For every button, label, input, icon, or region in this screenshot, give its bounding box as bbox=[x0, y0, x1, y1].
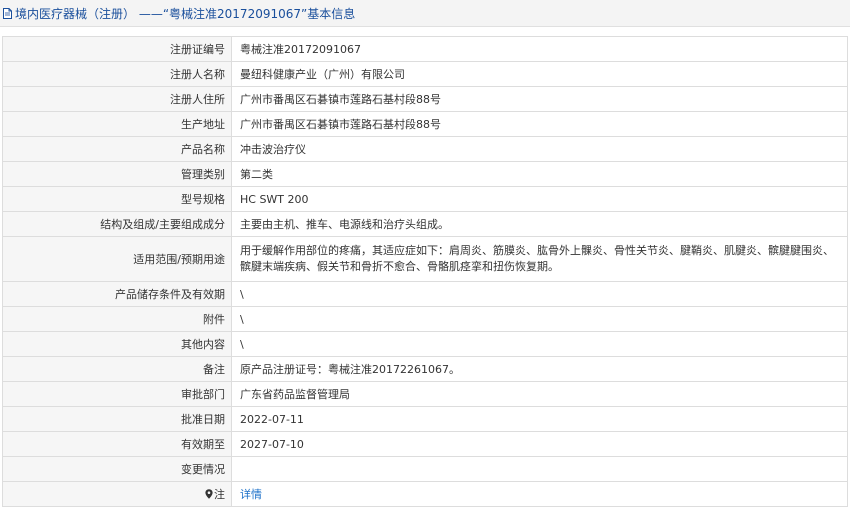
row-label: 变更情况 bbox=[2, 456, 232, 482]
row-label: 适用范围/预期用途 bbox=[2, 236, 232, 282]
table-row: 审批部门 广东省药品监督管理局 bbox=[2, 381, 848, 407]
details-link[interactable]: 详情 bbox=[240, 488, 262, 501]
table-row: 管理类别 第二类 bbox=[2, 161, 848, 187]
info-table-container: 注册证编号 粤械注准20172091067 注册人名称 曼纽科健康产业（广州）有… bbox=[2, 36, 848, 507]
location-pin-icon bbox=[205, 488, 213, 499]
row-value bbox=[231, 456, 848, 482]
row-label: 注册人住所 bbox=[2, 86, 232, 112]
row-value: 2027-07-10 bbox=[231, 431, 848, 457]
info-table: 注册证编号 粤械注准20172091067 注册人名称 曼纽科健康产业（广州）有… bbox=[2, 36, 848, 507]
row-label: 结构及组成/主要组成成分 bbox=[2, 211, 232, 237]
table-row: 注册人住所 广州市番禺区石碁镇市莲路石基村段88号 bbox=[2, 86, 848, 112]
row-value: \ bbox=[231, 281, 848, 307]
table-row: 型号规格 HC SWT 200 bbox=[2, 186, 848, 212]
table-row: 其他内容 \ bbox=[2, 331, 848, 357]
table-row: 注 详情 bbox=[2, 481, 848, 507]
row-label: 其他内容 bbox=[2, 331, 232, 357]
row-value: 用于缓解作用部位的疼痛，其适应症如下：肩周炎、筋膜炎、肱骨外上髁炎、骨性关节炎、… bbox=[231, 236, 848, 282]
row-value: 2022-07-11 bbox=[231, 406, 848, 432]
row-label: 产品储存条件及有效期 bbox=[2, 281, 232, 307]
row-value: 广州市番禺区石碁镇市莲路石基村段88号 bbox=[231, 111, 848, 137]
table-row: 产品名称 冲击波治疗仪 bbox=[2, 136, 848, 162]
row-label: 型号规格 bbox=[2, 186, 232, 212]
row-value: \ bbox=[231, 331, 848, 357]
row-value: 第二类 bbox=[231, 161, 848, 187]
table-row: 批准日期 2022-07-11 bbox=[2, 406, 848, 432]
table-row: 注册证编号 粤械注准20172091067 bbox=[2, 36, 848, 62]
row-value: 粤械注准20172091067 bbox=[231, 36, 848, 62]
row-value: \ bbox=[231, 306, 848, 332]
row-label: 有效期至 bbox=[2, 431, 232, 457]
row-value: HC SWT 200 bbox=[231, 186, 848, 212]
row-label: 管理类别 bbox=[2, 161, 232, 187]
table-row: 结构及组成/主要组成成分 主要由主机、推车、电源线和治疗头组成。 bbox=[2, 211, 848, 237]
row-value: 曼纽科健康产业（广州）有限公司 bbox=[231, 61, 848, 87]
row-value: 冲击波治疗仪 bbox=[231, 136, 848, 162]
table-row: 注册人名称 曼纽科健康产业（广州）有限公司 bbox=[2, 61, 848, 87]
row-label: 附件 bbox=[2, 306, 232, 332]
row-label: 产品名称 bbox=[2, 136, 232, 162]
table-row: 变更情况 bbox=[2, 456, 848, 482]
row-value: 主要由主机、推车、电源线和治疗头组成。 bbox=[231, 211, 848, 237]
row-label: 注册证编号 bbox=[2, 36, 232, 62]
note-label: 注 bbox=[2, 481, 232, 507]
row-value: 原产品注册证号：粤械注准20172261067。 bbox=[231, 356, 848, 382]
row-value: 广州市番禺区石碁镇市莲路石基村段88号 bbox=[231, 86, 848, 112]
note-label-text: 注 bbox=[214, 487, 225, 501]
row-label: 批准日期 bbox=[2, 406, 232, 432]
table-row: 有效期至 2027-07-10 bbox=[2, 431, 848, 457]
table-row: 附件 \ bbox=[2, 306, 848, 332]
table-row: 生产地址 广州市番禺区石碁镇市莲路石基村段88号 bbox=[2, 111, 848, 137]
table-row: 备注 原产品注册证号：粤械注准20172261067。 bbox=[2, 356, 848, 382]
row-label: 注册人名称 bbox=[2, 61, 232, 87]
table-row: 适用范围/预期用途 用于缓解作用部位的疼痛，其适应症如下：肩周炎、筋膜炎、肱骨外… bbox=[2, 236, 848, 282]
row-value: 广东省药品监督管理局 bbox=[231, 381, 848, 407]
row-label: 审批部门 bbox=[2, 381, 232, 407]
document-icon bbox=[3, 7, 12, 19]
table-row: 产品储存条件及有效期 \ bbox=[2, 281, 848, 307]
page-header: 境内医疗器械（注册） ——“粤械注准20172091067”基本信息 bbox=[0, 0, 850, 27]
row-label: 备注 bbox=[2, 356, 232, 382]
page-title: 境内医疗器械（注册） ——“粤械注准20172091067”基本信息 bbox=[15, 6, 356, 21]
row-label: 生产地址 bbox=[2, 111, 232, 137]
row-value: 详情 bbox=[231, 481, 848, 507]
